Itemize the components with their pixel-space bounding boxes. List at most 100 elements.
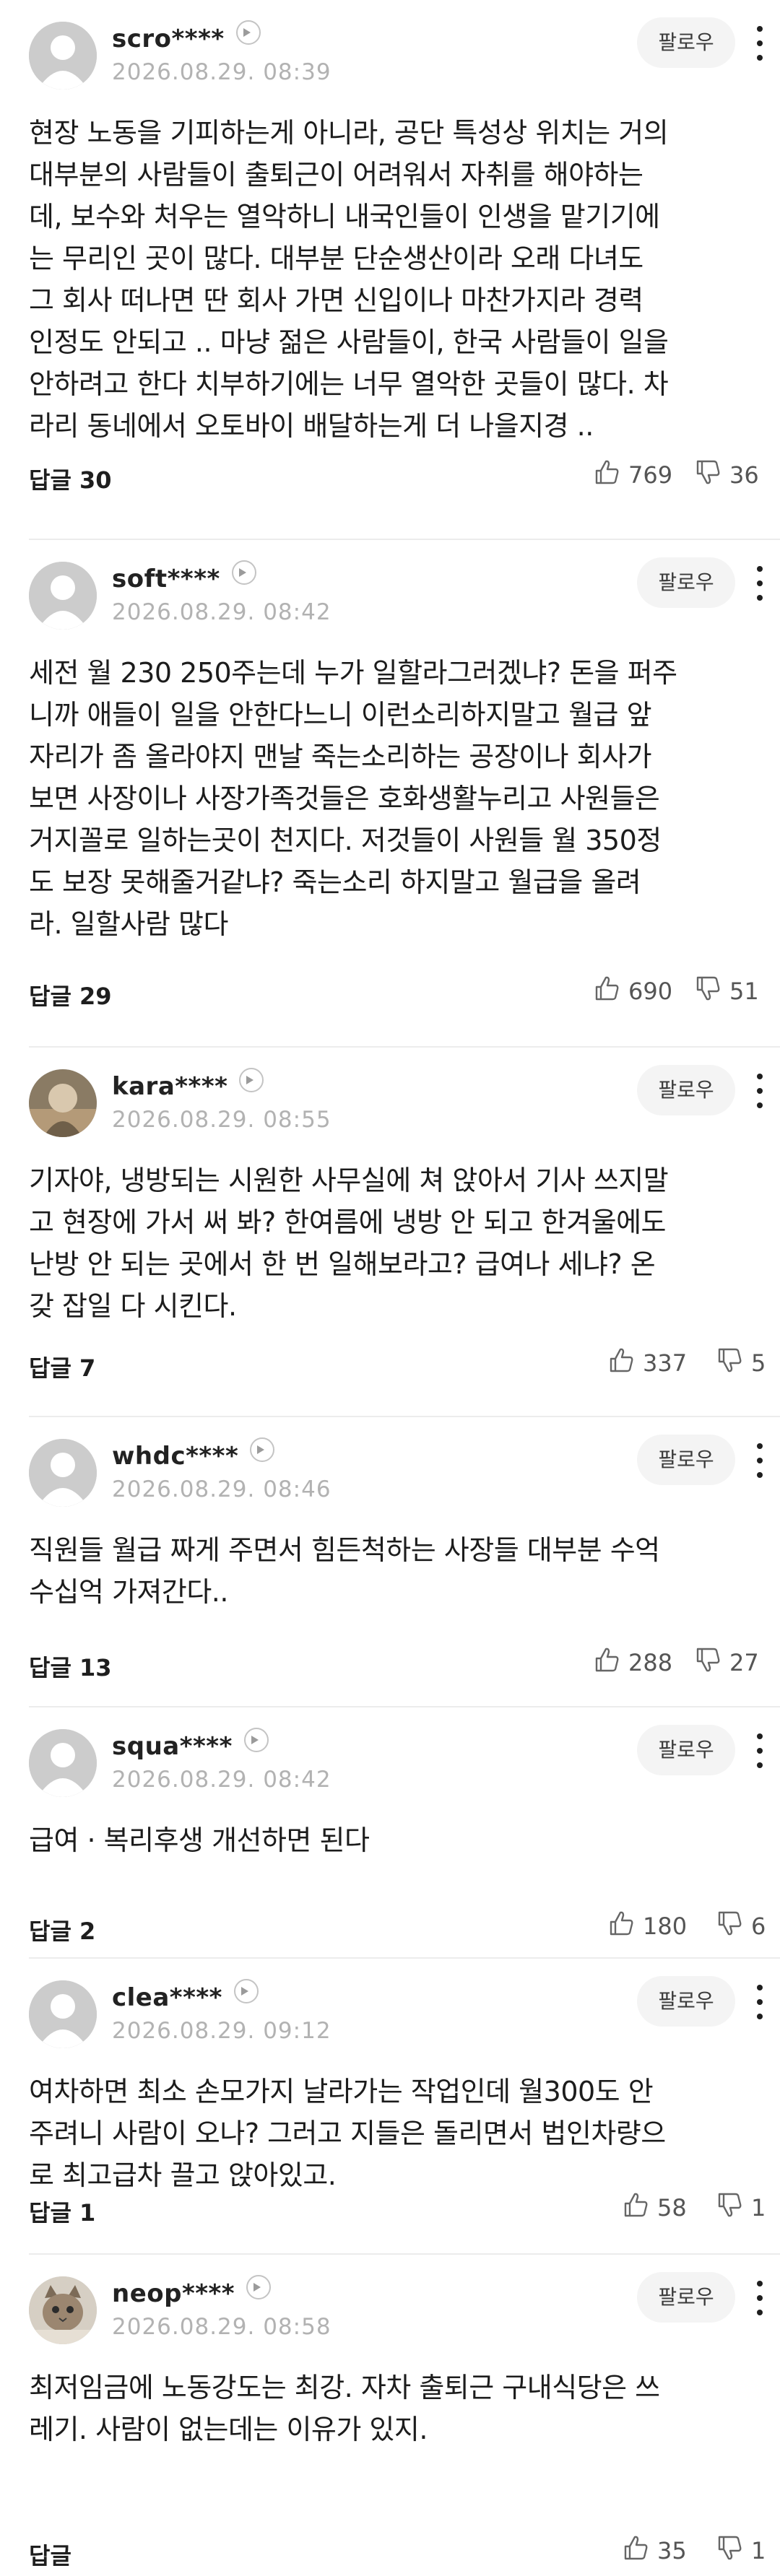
comment-item: clea**** 2026.08.29. 09:12 팔로우 여차하면 최소 손모가지…: [0, 1959, 780, 2255]
reply-button[interactable]: 답글 29: [29, 978, 112, 1011]
comment-item: squa**** 2026.08.29. 08:42 팔로우급여 · 복리후생 개선…: [0, 1707, 780, 1959]
avatar[interactable]: [29, 22, 97, 90]
avatar[interactable]: [29, 1069, 97, 1137]
dislike-button[interactable]: 6: [715, 1910, 766, 1942]
comment-text: 여차하면 최소 손모가지 날라가는 작업인데 월300도 안 주려니 사람이 오…: [29, 2076, 666, 2191]
like-button[interactable]: 769: [592, 459, 672, 491]
comment-text: 최저임금에 노동강도는 최강. 자차 출퇴근 구내식당은 쓰 레기. 사람이 없…: [29, 2372, 660, 2445]
chevron-right-icon[interactable]: [250, 1437, 275, 1462]
like-count: 288: [628, 1649, 673, 1676]
avatar[interactable]: [29, 562, 97, 630]
chevron-right-icon[interactable]: [246, 2275, 272, 2299]
like-count: 769: [628, 461, 673, 489]
reply-button[interactable]: 답글: [29, 2538, 72, 2571]
dislike-button[interactable]: 27: [693, 1647, 759, 1679]
thumbs-up-icon: [607, 1346, 643, 1380]
comment-text: 세전 월 230 250주는데 누가 일할라그러겠냐? 돈을 퍼주 니까 애들이…: [29, 657, 677, 940]
more-vertical-icon[interactable]: [751, 2281, 768, 2315]
like-count: 58: [657, 2194, 687, 2222]
nickname[interactable]: clea****: [112, 1979, 259, 2012]
comment-text: 기자야, 냉방되는 시원한 사무실에 쳐 앉아서 기사 쓰지말 고 현장에 가서…: [29, 1165, 669, 1322]
nickname[interactable]: kara****: [112, 1068, 264, 1101]
nickname[interactable]: neop****: [112, 2275, 272, 2308]
follow-button[interactable]: 팔로우: [637, 2272, 735, 2323]
avatar[interactable]: [29, 1729, 97, 1797]
dislike-count: 51: [729, 978, 759, 1005]
thumbs-down-icon: [715, 1909, 751, 1944]
thumbs-down-icon: [693, 974, 729, 1009]
comment-date: 2026.08.29. 08:46: [112, 1476, 332, 1502]
reply-button[interactable]: 답글 13: [29, 1650, 112, 1683]
more-vertical-icon[interactable]: [751, 1985, 768, 2019]
nickname[interactable]: scro****: [112, 20, 261, 53]
nickname-text[interactable]: neop****: [112, 2279, 235, 2308]
nickname-text[interactable]: whdc****: [112, 1442, 238, 1471]
comment-date: 2026.08.29. 08:58: [112, 2314, 332, 2340]
nickname-text[interactable]: scro****: [112, 25, 225, 53]
more-vertical-icon[interactable]: [751, 1074, 768, 1108]
like-count: 337: [643, 1349, 688, 1377]
comment-text: 급여 · 복리후생 개선하면 된다: [29, 1824, 370, 1856]
nickname[interactable]: soft****: [112, 560, 256, 593]
comment-date: 2026.08.29. 08:55: [112, 1107, 332, 1133]
chevron-right-icon[interactable]: [235, 20, 261, 45]
more-vertical-icon[interactable]: [751, 1443, 768, 1478]
dislike-button[interactable]: 1: [715, 2535, 766, 2567]
reply-button[interactable]: 답글 1: [29, 2195, 95, 2228]
dislike-count: 1: [751, 2537, 766, 2564]
nickname-text[interactable]: clea****: [112, 1983, 222, 2012]
more-vertical-icon[interactable]: [751, 566, 768, 601]
comment-item: neop**** 2026.08.29. 08:58 팔로우최저임금에 노동강도는 …: [0, 2255, 780, 2576]
like-button[interactable]: 337: [607, 1347, 687, 1379]
chevron-right-icon[interactable]: [239, 1068, 264, 1092]
chevron-right-icon[interactable]: [231, 560, 256, 585]
like-button[interactable]: 288: [592, 1647, 672, 1679]
reply-button[interactable]: 답글 30: [29, 462, 112, 495]
nickname-text[interactable]: kara****: [112, 1072, 228, 1101]
thumbs-up-icon: [607, 1909, 643, 1944]
comment-item: whdc**** 2026.08.29. 08:46 팔로우직원들 월급 짜게 주면…: [0, 1417, 780, 1707]
reply-button[interactable]: 답글 2: [29, 1913, 95, 1946]
like-button[interactable]: 35: [621, 2535, 687, 2567]
thumbs-down-icon: [693, 458, 729, 492]
avatar[interactable]: [29, 2276, 97, 2344]
thumbs-up-icon: [621, 2533, 657, 2568]
thumbs-up-icon: [592, 1645, 628, 1680]
dislike-count: 6: [751, 1913, 766, 1940]
dislike-count: 1: [751, 2194, 766, 2222]
follow-button[interactable]: 팔로우: [637, 17, 735, 68]
dislike-button[interactable]: 1: [715, 2192, 766, 2224]
comment-item: scro**** 2026.08.29. 08:39 팔로우 현장 노동을 기피하는게…: [0, 0, 780, 540]
nickname-text[interactable]: soft****: [112, 565, 220, 593]
follow-button[interactable]: 팔로우: [637, 1725, 735, 1775]
thumbs-up-icon: [592, 974, 628, 1009]
chevron-right-icon[interactable]: [243, 1728, 269, 1752]
thumbs-up-icon: [592, 458, 628, 492]
chevron-right-icon[interactable]: [233, 1979, 259, 2003]
thumbs-down-icon: [715, 1346, 751, 1380]
follow-button[interactable]: 팔로우: [637, 1435, 735, 1485]
dislike-button[interactable]: 36: [693, 459, 759, 491]
like-count: 690: [628, 978, 673, 1005]
comment-text: 직원들 월급 짜게 주면서 힘든척하는 사장들 대부분 수억 수십억 가져간다.…: [29, 1534, 660, 1608]
nickname-text[interactable]: squa****: [112, 1732, 233, 1761]
more-vertical-icon[interactable]: [751, 26, 768, 61]
follow-button[interactable]: 팔로우: [637, 557, 735, 608]
follow-button[interactable]: 팔로우: [637, 1976, 735, 2027]
comment-item: kara**** 2026.08.29. 08:55 팔로우기자야, 냉방되는 시원…: [0, 1048, 780, 1417]
follow-button[interactable]: 팔로우: [637, 1065, 735, 1115]
reply-button[interactable]: 답글 7: [29, 1350, 95, 1383]
comment-date: 2026.08.29. 08:42: [112, 1767, 332, 1793]
like-button[interactable]: 180: [607, 1910, 687, 1942]
thumbs-down-icon: [715, 2190, 751, 2225]
nickname[interactable]: squa****: [112, 1728, 269, 1761]
dislike-button[interactable]: 5: [715, 1347, 766, 1379]
avatar[interactable]: [29, 1439, 97, 1507]
like-button[interactable]: 58: [621, 2192, 687, 2224]
dislike-button[interactable]: 51: [693, 975, 759, 1007]
nickname[interactable]: whdc****: [112, 1437, 275, 1471]
dislike-count: 5: [751, 1349, 766, 1377]
more-vertical-icon[interactable]: [751, 1733, 768, 1768]
like-button[interactable]: 690: [592, 975, 672, 1007]
avatar[interactable]: [29, 1980, 97, 2048]
